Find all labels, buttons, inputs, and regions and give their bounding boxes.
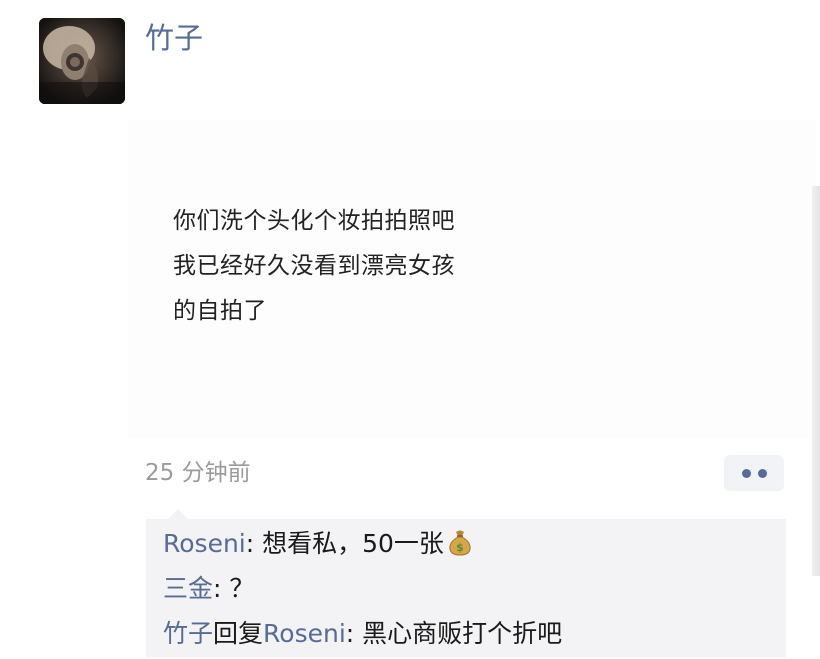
post-text-line: 你们洗个头化个妆拍拍照吧 <box>173 208 455 234</box>
image-edge <box>812 186 820 576</box>
post-text-line: 的自拍了 <box>173 298 267 324</box>
comment-author[interactable]: 竹子 <box>163 619 213 648</box>
author-name[interactable]: 竹子 <box>145 18 203 58</box>
comment-author[interactable]: Roseni <box>163 529 246 558</box>
comment-separator: : <box>213 574 230 603</box>
post-text: 你们洗个头化个妆拍拍照吧 我已经好久没看到漂亮女孩 的自拍了 <box>173 199 455 334</box>
comment-separator: : <box>345 619 363 648</box>
svg-text:$: $ <box>456 541 464 554</box>
comment-item[interactable]: 三金: ？ <box>163 568 254 610</box>
comment-text: 想看私，50一张 <box>262 529 444 558</box>
more-dots-icon <box>757 468 767 478</box>
comment-author[interactable]: 三金 <box>163 574 213 603</box>
comment-text: 黑心商贩打个折吧 <box>362 619 563 648</box>
comment-list: Roseni: 想看私，50一张 $ 三金: ？ 竹子回复Roseni: 黑心商… <box>146 509 786 657</box>
avatar-image <box>39 18 125 104</box>
more-dots-icon <box>741 468 751 478</box>
comment-separator: : <box>245 529 263 558</box>
reply-target[interactable]: Roseni <box>263 619 346 648</box>
comment-text: ？ <box>229 574 255 603</box>
money-bag-icon: $ <box>448 527 472 569</box>
avatar[interactable] <box>39 18 125 104</box>
reply-word: 回复 <box>213 619 264 648</box>
comment-item[interactable]: Roseni: 想看私，50一张 $ <box>163 523 472 569</box>
more-button[interactable] <box>724 455 784 491</box>
moments-post: 竹子 你们洗个头化个妆拍拍照吧 我已经好久没看到漂亮女孩 的自拍了 25 分钟前… <box>0 0 820 659</box>
post-timestamp: 25 分钟前 <box>145 460 251 486</box>
post-text-line: 我已经好久没看到漂亮女孩 <box>173 253 455 279</box>
comment-item[interactable]: 竹子回复Roseni: 黑心商贩打个折吧 <box>163 613 562 655</box>
